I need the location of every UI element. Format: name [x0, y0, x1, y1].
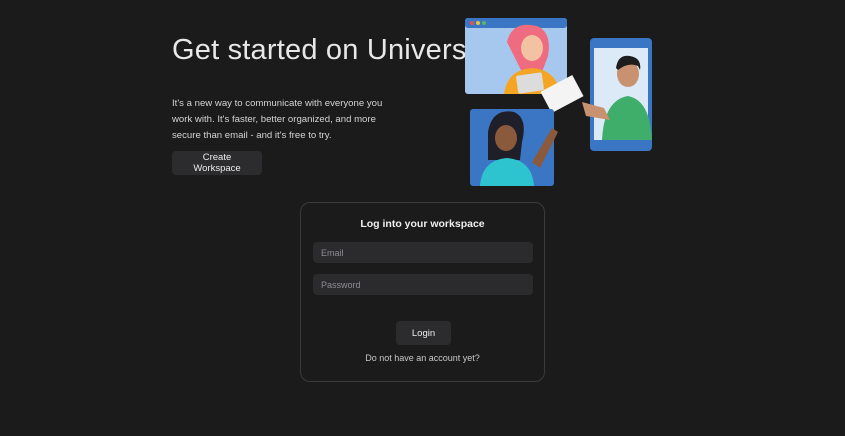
login-card: Log into your workspace Login Do not hav… — [300, 202, 545, 382]
window-top-left — [465, 18, 567, 94]
password-field[interactable] — [313, 274, 533, 295]
create-workspace-button[interactable]: Create Workspace — [172, 151, 262, 175]
video-call-illustration — [465, 18, 652, 186]
login-button[interactable]: Login — [396, 321, 451, 345]
hero-description: It's a new way to communicate with every… — [172, 98, 383, 141]
email-field[interactable] — [313, 242, 533, 263]
signup-link[interactable]: Do not have an account yet? — [301, 353, 544, 363]
page-title: Get started on Universe — [172, 34, 483, 66]
login-title: Log into your workspace — [360, 218, 485, 230]
window-bottom-left — [470, 109, 558, 186]
